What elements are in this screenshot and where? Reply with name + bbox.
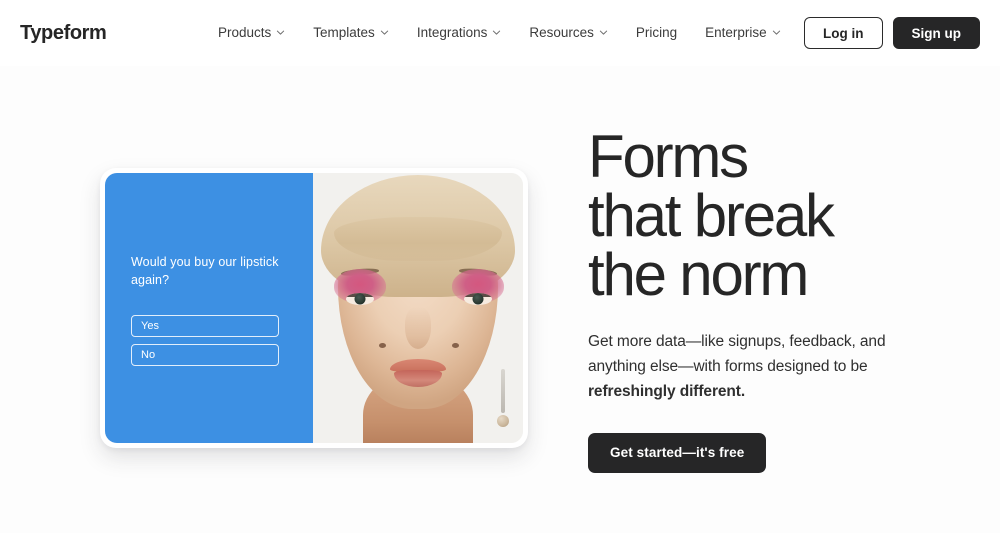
nav-item-label: Enterprise xyxy=(705,25,767,41)
hero-subcopy-plain: Get more data—like signups, feedback, an… xyxy=(588,333,886,376)
hero-subcopy-emphasis: refreshingly different. xyxy=(588,382,746,400)
answer-option-no[interactable]: No xyxy=(131,344,279,366)
hero-copy: Forms that break the norm Get more data—… xyxy=(588,123,978,473)
nav-item-resources[interactable]: Resources xyxy=(529,20,620,46)
nav-item-label: Templates xyxy=(313,25,375,41)
chevron-down-icon xyxy=(276,28,285,37)
model-portrait-image xyxy=(313,173,523,443)
answer-option-yes[interactable]: Yes xyxy=(131,315,279,337)
chevron-down-icon xyxy=(772,28,781,37)
form-question-text: Would you buy our lipstick again? xyxy=(131,255,279,288)
chevron-down-icon xyxy=(492,28,501,37)
form-question-panel: Would you buy our lipstick again? Yes No xyxy=(105,173,313,443)
form-preview-card[interactable]: Would you buy our lipstick again? Yes No xyxy=(100,168,528,448)
form-answer-options: Yes No xyxy=(131,315,279,373)
page-title: Forms that break the norm xyxy=(588,123,835,308)
hero-subcopy: Get more data—like signups, feedback, an… xyxy=(588,330,940,404)
login-button[interactable]: Log in xyxy=(804,17,883,49)
nav-item-label: Pricing xyxy=(635,25,678,41)
hero-section: Would you buy our lipstick again? Yes No xyxy=(0,66,1000,533)
nav-item-pricing[interactable]: Pricing xyxy=(636,20,689,46)
get-started-button[interactable]: Get started—it's free xyxy=(588,432,767,473)
portrait-eye-right xyxy=(464,293,492,305)
top-navigation-bar: Typeform Products Templates Integrations… xyxy=(0,0,1000,66)
portrait-lips xyxy=(390,359,446,389)
chevron-down-icon xyxy=(380,28,389,37)
nav-item-enterprise[interactable]: Enterprise xyxy=(705,20,793,46)
portrait-lip-bottom xyxy=(394,370,442,387)
earring-bead xyxy=(497,415,509,427)
chevron-down-icon xyxy=(599,28,608,37)
earring-pin-body xyxy=(501,369,505,413)
nav-item-integrations[interactable]: Integrations xyxy=(417,20,514,46)
nav-item-label: Integrations xyxy=(416,25,488,41)
portrait-nostril-left xyxy=(379,343,386,348)
nav-item-label: Resources xyxy=(529,25,594,41)
signup-button[interactable]: Sign up xyxy=(892,17,980,49)
primary-nav-links: Products Templates Integrations Resource… xyxy=(218,20,793,46)
nav-item-products[interactable]: Products xyxy=(218,20,297,46)
portrait-iris-left xyxy=(354,293,366,305)
nav-item-templates[interactable]: Templates xyxy=(313,20,401,46)
portrait-nose xyxy=(405,307,431,349)
nav-item-label: Products xyxy=(218,25,272,41)
form-preview-inner: Would you buy our lipstick again? Yes No xyxy=(105,173,523,443)
brand-logo[interactable]: Typeform xyxy=(20,23,107,43)
portrait-eye-left xyxy=(346,293,374,305)
portrait-safety-pin-earring xyxy=(497,369,509,427)
nav-actions: Log in Sign up xyxy=(804,17,980,49)
portrait-nostril-right xyxy=(452,343,459,348)
portrait-iris-right xyxy=(472,293,484,305)
portrait-fringe xyxy=(334,217,502,261)
